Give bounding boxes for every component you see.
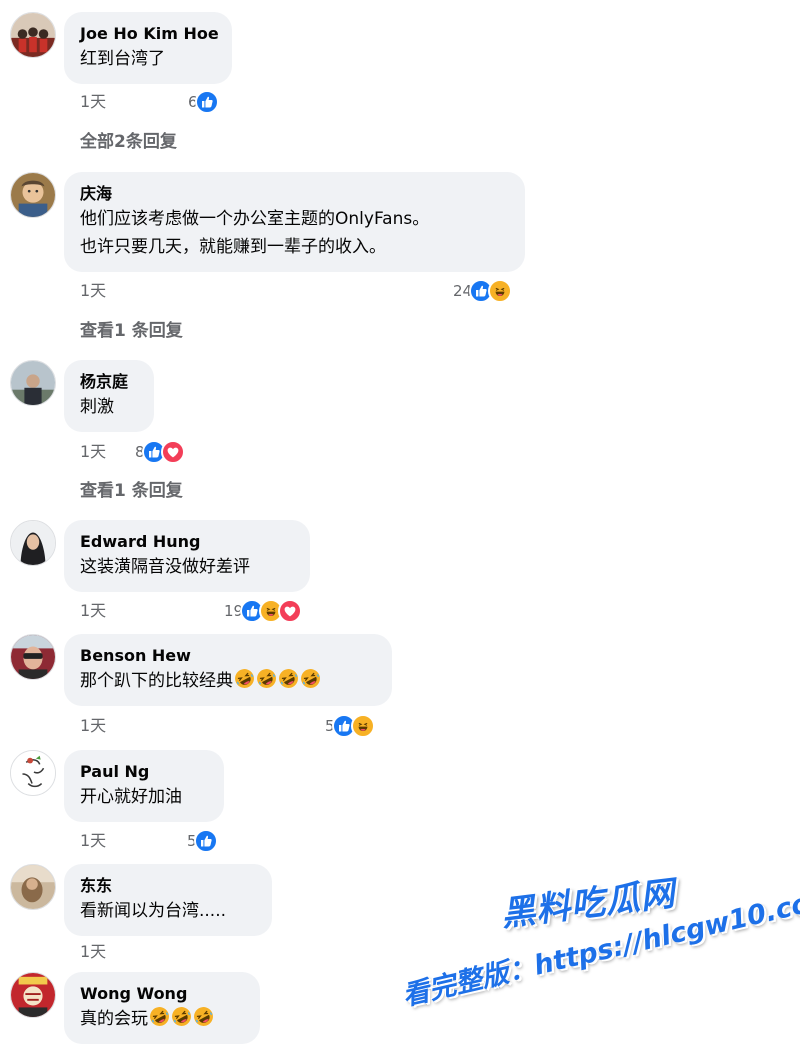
reaction-summary[interactable]: 5 [325, 713, 375, 739]
comment-timestamp[interactable]: 1天 [80, 599, 106, 623]
avatar[interactable] [10, 172, 56, 218]
comment-bubble: Benson Hew 那个趴下的比较经典 [64, 634, 392, 706]
comment-text: 看新闻以为台湾..... [80, 901, 227, 921]
comment-author[interactable]: Wong Wong [80, 983, 244, 1005]
comment-author[interactable]: Benson Hew [80, 645, 376, 667]
reaction-summary[interactable]: 19 [224, 598, 303, 624]
avatar[interactable] [10, 360, 56, 406]
comment-timestamp[interactable]: 1天 [80, 829, 106, 853]
avatar[interactable] [10, 634, 56, 680]
comment-text-line-2: 也许只要几天，就能赚到一辈子的收入。 [80, 237, 386, 257]
rofl-emoji-icon [171, 1006, 192, 1027]
comment-text: 这装潢隔音没做好差评 [80, 557, 250, 577]
comment-author[interactable]: Joe Ho Kim Hoe [80, 23, 219, 45]
haha-reaction-icon [488, 279, 513, 303]
comment-bubble: 杨京庭 刺激 [64, 360, 154, 432]
comment-text-row: 真的会玩 [80, 1005, 244, 1033]
comment-bubble: Paul Ng 开心就好加油 [64, 750, 224, 822]
comment-author[interactable]: Edward Hung [80, 531, 294, 553]
love-reaction-icon [278, 599, 303, 623]
comment-text: 刺激 [80, 397, 114, 417]
comment-text: 那个趴下的比较经典 [80, 671, 233, 691]
comment-author[interactable]: 杨京庭 [80, 371, 138, 393]
reaction-summary[interactable]: 8 [135, 439, 185, 465]
view-replies-link[interactable]: 查看1 条回复 [80, 319, 183, 343]
comment-text: 真的会玩 [80, 1009, 148, 1029]
comment-text-row: 那个趴下的比较经典 [80, 667, 376, 695]
rofl-emoji-icon [149, 1006, 170, 1027]
comment-timestamp[interactable]: 1天 [80, 279, 106, 303]
comment-bubble: Joe Ho Kim Hoe 红到台湾了 [64, 12, 232, 84]
comment-author[interactable]: 庆海 [80, 183, 509, 205]
comment-timestamp[interactable]: 1天 [80, 714, 106, 738]
view-replies-link[interactable]: 查看1 条回复 [80, 479, 183, 503]
haha-reaction-icon [350, 714, 375, 738]
view-replies-link[interactable]: 全部2条回复 [80, 130, 177, 154]
comment-bubble: Wong Wong 真的会玩 [64, 972, 260, 1044]
avatar[interactable] [10, 750, 56, 796]
reaction-summary[interactable]: 5 [187, 828, 218, 854]
comment-author[interactable]: 东东 [80, 875, 256, 897]
avatar[interactable] [10, 864, 56, 910]
rofl-emoji-icon [256, 668, 277, 689]
love-reaction-icon [160, 440, 185, 464]
comment-timestamp[interactable]: 1天 [80, 440, 106, 464]
comment-text: 开心就好加油 [80, 787, 182, 807]
like-reaction-icon [194, 90, 219, 114]
comment-bubble: 东东 看新闻以为台湾..... [64, 864, 272, 936]
like-reaction-icon [193, 829, 218, 853]
comment-timestamp[interactable]: 1天 [80, 940, 106, 964]
reaction-summary[interactable]: 24 [453, 278, 513, 304]
comment-bubble: Edward Hung 这装潢隔音没做好差评 [64, 520, 310, 592]
comment-author[interactable]: Paul Ng [80, 761, 208, 783]
comment-text-line-1: 他们应该考虑做一个办公室主题的OnlyFans。 [80, 209, 430, 229]
avatar[interactable] [10, 520, 56, 566]
rofl-emoji-icon [300, 668, 321, 689]
comment-timestamp[interactable]: 1天 [80, 90, 106, 114]
reaction-summary[interactable]: 6 [188, 89, 219, 115]
rofl-emoji-icon [278, 668, 299, 689]
avatar[interactable] [10, 12, 56, 58]
comment-text: 红到台湾了 [80, 49, 165, 69]
rofl-emoji-icon [234, 668, 255, 689]
comment-bubble: 庆海 他们应该考虑做一个办公室主题的OnlyFans。 也许只要几天，就能赚到一… [64, 172, 525, 272]
avatar[interactable] [10, 972, 56, 1018]
rofl-emoji-icon [193, 1006, 214, 1027]
